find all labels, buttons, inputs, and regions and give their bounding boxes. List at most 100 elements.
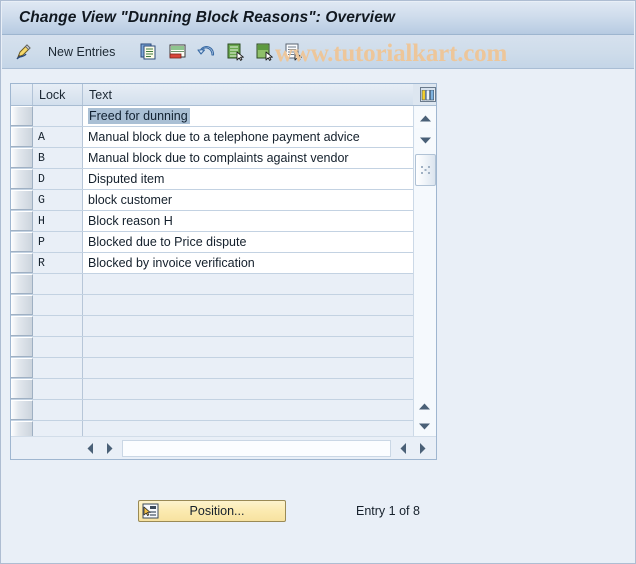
row-select-cell[interactable]: [11, 400, 33, 420]
scroll-up-button-bottom[interactable]: [414, 396, 435, 416]
grid-header-lock[interactable]: Lock: [33, 84, 83, 105]
scroll-left-icon: [399, 442, 408, 455]
cell-text[interactable]: [83, 337, 413, 357]
deselect-all-button[interactable]: [251, 39, 278, 65]
select-all-button[interactable]: [222, 39, 249, 65]
change-display-button[interactable]: [10, 39, 38, 65]
scroll-thumb[interactable]: [414, 154, 436, 186]
hscroll-track[interactable]: [122, 439, 391, 457]
cell-lock[interactable]: [33, 337, 83, 357]
cell-lock[interactable]: P: [33, 232, 83, 252]
scroll-thumb-grip: [420, 165, 431, 176]
copy-icon: [139, 42, 158, 61]
row-select-cell[interactable]: [11, 232, 33, 252]
row-select-cell[interactable]: [11, 358, 33, 378]
table-row[interactable]: [11, 316, 413, 337]
row-select-cell[interactable]: [11, 253, 33, 273]
scroll-down-icon: [419, 136, 432, 145]
row-select-cell[interactable]: [11, 211, 33, 231]
cell-lock[interactable]: [33, 274, 83, 294]
grid-horizontal-scrollbar[interactable]: [11, 436, 436, 459]
table-row[interactable]: H Block reason H: [11, 211, 413, 232]
row-select-cell[interactable]: [11, 316, 33, 336]
scroll-right-button[interactable]: [100, 439, 119, 458]
scroll-down-button[interactable]: [414, 130, 436, 150]
table-row[interactable]: B Manual block due to complaints against …: [11, 148, 413, 169]
scroll-right-button-right[interactable]: [413, 439, 432, 458]
cell-lock[interactable]: D: [33, 169, 83, 189]
grid-vertical-scrollbar[interactable]: [413, 106, 436, 438]
cell-lock[interactable]: [33, 106, 83, 126]
table-row[interactable]: [11, 379, 413, 400]
grid-header-rowselect[interactable]: [11, 84, 33, 105]
cell-text[interactable]: Manual block due to complaints against v…: [83, 148, 413, 168]
table-row[interactable]: [11, 274, 413, 295]
new-entries-label: New Entries: [48, 44, 116, 59]
row-select-cell[interactable]: [11, 337, 33, 357]
row-select-cell[interactable]: [11, 106, 33, 126]
cell-text[interactable]: Disputed item: [83, 169, 413, 189]
cell-lock[interactable]: [33, 400, 83, 420]
cell-text[interactable]: Blocked by invoice verification: [83, 253, 413, 273]
row-select-cell[interactable]: [11, 190, 33, 210]
cell-text[interactable]: [83, 379, 413, 399]
table-row[interactable]: [11, 337, 413, 358]
row-select-cell[interactable]: [11, 169, 33, 189]
column-settings-button[interactable]: [413, 84, 436, 105]
cell-text[interactable]: [83, 358, 413, 378]
cell-text[interactable]: [83, 274, 413, 294]
cell-lock[interactable]: [33, 316, 83, 336]
table-row[interactable]: D Disputed item: [11, 169, 413, 190]
scroll-left-button[interactable]: [81, 439, 100, 458]
table-row[interactable]: Gblock customer: [11, 190, 413, 211]
grid-header-text[interactable]: Text: [83, 84, 413, 105]
cell-lock[interactable]: H: [33, 211, 83, 231]
variable-list-button[interactable]: [280, 39, 307, 65]
scroll-left-icon: [86, 442, 95, 455]
row-select-cell[interactable]: [11, 295, 33, 315]
table-row[interactable]: [11, 400, 413, 421]
row-select-cell[interactable]: [11, 127, 33, 147]
table-row[interactable]: P Blocked due to Price dispute: [11, 232, 413, 253]
page-title: Change View "Dunning Block Reasons": Ove…: [19, 9, 396, 26]
cell-text[interactable]: [83, 295, 413, 315]
cell-text[interactable]: Blocked due to Price dispute: [83, 232, 413, 252]
new-entries-button[interactable]: New Entries: [40, 39, 125, 65]
table-row[interactable]: [11, 295, 413, 316]
position-icon: [139, 503, 159, 519]
cell-lock[interactable]: G: [33, 190, 83, 210]
scroll-left-button-right[interactable]: [394, 439, 413, 458]
cell-lock[interactable]: B: [33, 148, 83, 168]
scroll-down-button-bottom[interactable]: [414, 416, 435, 436]
data-grid-panel: Lock Text Freed for dunning A Manual block…: [10, 83, 437, 460]
sap-change-view-window: Change View "Dunning Block Reasons": Ove…: [0, 0, 636, 564]
undo-button[interactable]: [193, 39, 220, 65]
table-row[interactable]: [11, 358, 413, 379]
cell-text[interactable]: Block reason H: [83, 211, 413, 231]
row-select-cell[interactable]: [11, 379, 33, 399]
cell-lock[interactable]: [33, 379, 83, 399]
position-button[interactable]: Position...: [138, 500, 286, 522]
scroll-up-button[interactable]: [414, 108, 436, 128]
cell-text-value: Freed for dunning: [88, 108, 190, 124]
table-row[interactable]: R Blocked by invoice verification: [11, 253, 413, 274]
row-select-cell[interactable]: [11, 274, 33, 294]
copy-as-button[interactable]: [135, 39, 162, 65]
cell-lock[interactable]: [33, 358, 83, 378]
list-select-icon: [284, 42, 303, 61]
cell-text[interactable]: block customer: [83, 190, 413, 210]
deselect-all-icon: [255, 42, 274, 61]
cell-text[interactable]: [83, 400, 413, 420]
table-row[interactable]: Freed for dunning: [11, 106, 413, 127]
application-toolbar: New Entries: [2, 35, 634, 69]
cell-text[interactable]: [83, 316, 413, 336]
row-select-cell[interactable]: [11, 148, 33, 168]
delete-button[interactable]: [164, 39, 191, 65]
cell-text[interactable]: Freed for dunning: [83, 106, 413, 126]
cell-lock[interactable]: [33, 295, 83, 315]
cell-lock[interactable]: R: [33, 253, 83, 273]
cell-text[interactable]: Manual block due to a telephone payment …: [83, 127, 413, 147]
delete-row-icon: [168, 42, 187, 61]
table-row[interactable]: A Manual block due to a telephone payment…: [11, 127, 413, 148]
cell-lock[interactable]: A: [33, 127, 83, 147]
